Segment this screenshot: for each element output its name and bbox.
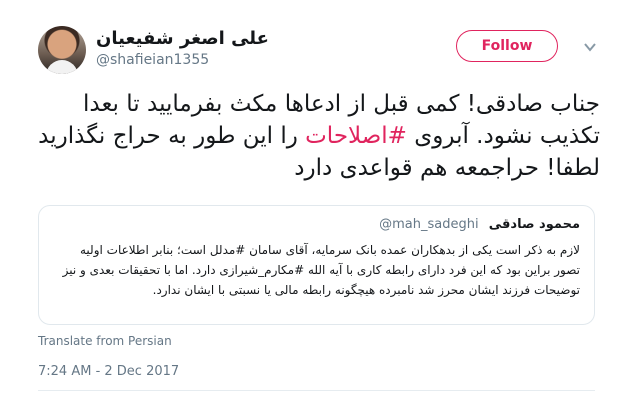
follow-button[interactable]: Follow bbox=[456, 30, 558, 62]
quoted-handle: @mah_sadeghi bbox=[379, 217, 479, 232]
quoted-text: لازم به ذکر است یکی از بدهکاران عمده بان… bbox=[62, 243, 580, 297]
author-handle[interactable]: @shafieian1355 bbox=[96, 52, 209, 68]
avatar-shirt bbox=[46, 60, 78, 74]
quoted-tweet[interactable]: @mah_sadeghi محمود صادقی لازم به ذکر است… bbox=[38, 205, 595, 325]
quoted-name: محمود صادقی bbox=[488, 217, 580, 232]
divider bbox=[38, 390, 595, 391]
author-name[interactable]: علی اصغر شفیعیان bbox=[96, 28, 269, 49]
timestamp[interactable]: 7:24 AM - 2 Dec 2017 bbox=[38, 364, 179, 379]
quoted-tweet-header: @mah_sadeghi محمود صادقی bbox=[379, 217, 580, 232]
avatar[interactable] bbox=[38, 26, 86, 74]
hashtag-link[interactable]: #اصلاحات bbox=[305, 123, 407, 149]
chevron-down-icon[interactable] bbox=[583, 40, 597, 54]
translate-link[interactable]: Translate from Persian bbox=[38, 334, 172, 348]
tweet-text: جناب صادقی! کمی قبل از ادعاها مکث بفرمای… bbox=[38, 88, 600, 184]
tweet-header: علی اصغر شفیعیان @shafieian1355 Follow bbox=[38, 20, 618, 76]
